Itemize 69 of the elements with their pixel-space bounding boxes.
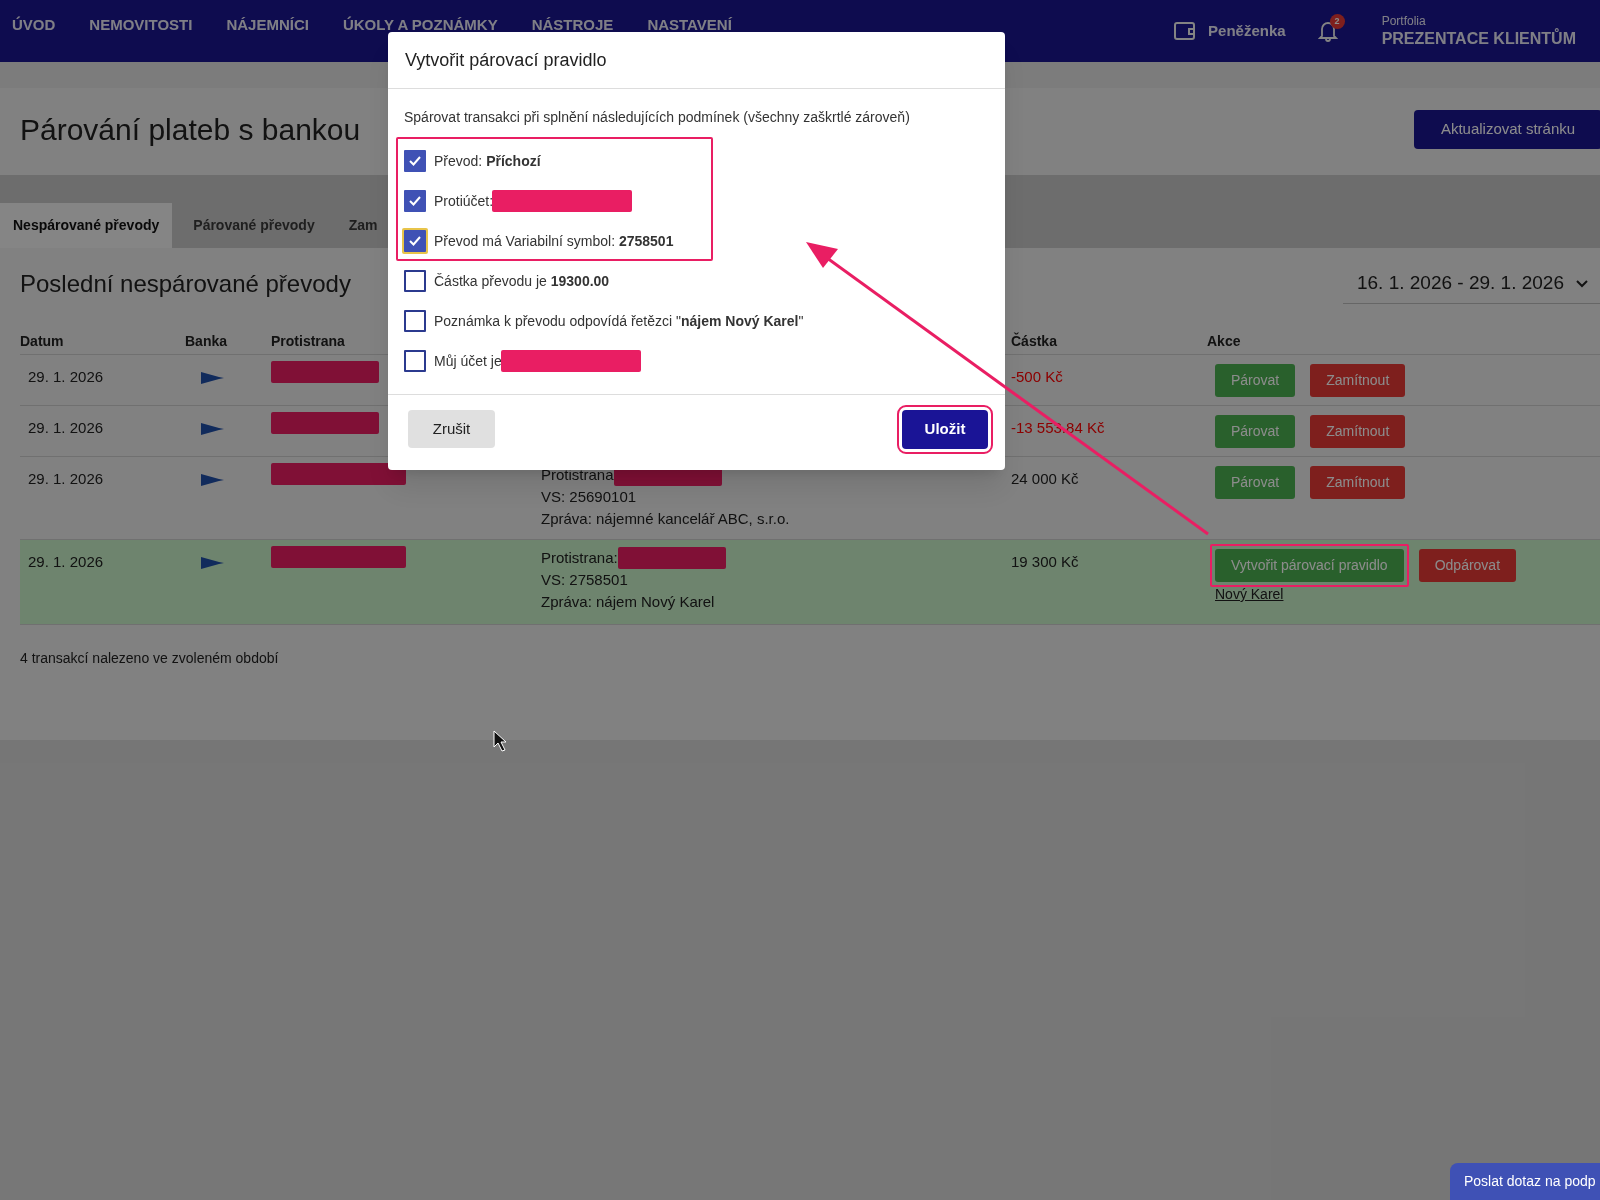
action-button[interactable]: Vytvořit párovací pravidlo: [1215, 549, 1404, 582]
dialog-title: Vytvořit párovací pravidlo: [388, 32, 1005, 89]
condition-label: Částka převodu je 19300.00: [434, 271, 610, 291]
pennant-icon: [199, 556, 225, 570]
action-button[interactable]: Zamítnout: [1310, 415, 1406, 448]
checkbox[interactable]: [404, 350, 426, 372]
nav-link[interactable]: NÁJEMNÍCI: [226, 14, 309, 37]
help-button[interactable]: Poslat dotaz na podp: [1450, 1163, 1600, 1200]
checkbox[interactable]: [404, 190, 426, 212]
checkmark-icon: [409, 236, 421, 246]
condition-label: Protiúčet:: [434, 191, 494, 211]
column-header: Akce: [1207, 332, 1242, 351]
action-button[interactable]: Párovat: [1215, 364, 1296, 397]
tenant-link[interactable]: Nový Karel: [1215, 584, 1284, 605]
action-button[interactable]: Zamítnout: [1310, 466, 1406, 499]
detail-text: VS: 25690101: [541, 487, 637, 507]
checkmark-icon: [409, 156, 421, 166]
date-range-select[interactable]: 16. 1. 2026 - 29. 1. 2026: [1342, 264, 1600, 304]
portfolio-name[interactable]: PREZENTACE KLIENTŮM: [1381, 28, 1576, 49]
checkmark-icon: [409, 196, 421, 206]
detail-text: Zpráva: nájem Nový Karel: [541, 592, 715, 612]
checkbox[interactable]: [404, 230, 426, 252]
result-count: 4 transakcí nalezeno ve zvoleném období: [20, 649, 280, 668]
detail-text: Protistrana: [541, 465, 614, 485]
date-cell-text: 29. 1. 2026: [27, 418, 105, 438]
date-cell-text: 29. 1. 2026: [27, 469, 105, 489]
condition-label: Převod: Příchozí: [434, 151, 541, 171]
detail-text: VS: 2758501: [541, 570, 628, 590]
amount-cell-text: 19 300 Kč: [1011, 552, 1079, 572]
bell-icon: [1317, 20, 1338, 42]
date-cell-text: 29. 1. 2026: [27, 367, 105, 387]
amount-cell-text: 24 000 Kč: [1011, 469, 1079, 489]
action-button[interactable]: Párovat: [1215, 466, 1296, 499]
pennant-icon: [199, 422, 225, 436]
wallet-link[interactable]: Peněženka: [1174, 19, 1286, 43]
amount-cell-text: -500 Kč: [1011, 367, 1063, 387]
detail-text: Protistrana:: [541, 548, 618, 568]
portfolio-label: Portfolia: [1381, 13, 1427, 29]
nav-link[interactable]: NEMOVITOSTI: [89, 14, 193, 37]
date-cell-text: 29. 1. 2026: [27, 552, 105, 572]
section-title: Poslední nespárované převody: [20, 269, 351, 299]
action-button[interactable]: Zamítnout: [1310, 364, 1406, 397]
cursor-icon: [493, 730, 507, 752]
condition-label: Poznámka k převodu odpovídá řetězci "nájem Nový Karel": [434, 311, 804, 331]
page-title: Párování plateb s bankou: [20, 112, 361, 148]
column-header: Částka: [1011, 331, 1058, 351]
dialog-intro: Spárovat transakci při splnění následujících podmínek (všechny zaškrtlé zároveň): [403, 108, 911, 127]
action-button[interactable]: Odpárovat: [1418, 549, 1517, 582]
tab[interactable]: Nespárované převody: [0, 203, 173, 248]
notification-button[interactable]: 2: [1317, 14, 1346, 42]
chevron-down-icon: [1576, 279, 1588, 288]
pennant-icon: [199, 473, 225, 487]
pennant-icon: [199, 371, 225, 385]
column-header: Protistrana: [271, 332, 346, 351]
cancel-button[interactable]: Zrušit: [408, 410, 495, 448]
column-header: Banka: [185, 332, 229, 351]
action-button[interactable]: Párovat: [1215, 415, 1296, 448]
wallet-label: Peněženka: [1208, 20, 1286, 41]
checkbox[interactable]: [404, 150, 426, 172]
condition-label: Převod má Variabilní symbol: 2758501: [434, 231, 674, 251]
notification-count: 2: [1329, 14, 1345, 29]
checkbox[interactable]: [404, 270, 426, 292]
detail-text: Zpráva: nájemné kancelář ABC, s.r.o.: [541, 509, 790, 529]
wallet-icon: [1174, 21, 1197, 41]
checkbox[interactable]: [404, 310, 426, 332]
refresh-button[interactable]: Aktualizovat stránku: [1414, 110, 1600, 149]
condition-label: Můj účet je: [434, 351, 502, 371]
nav-link[interactable]: ÚVOD: [12, 14, 56, 37]
column-header: Datum: [20, 332, 65, 351]
